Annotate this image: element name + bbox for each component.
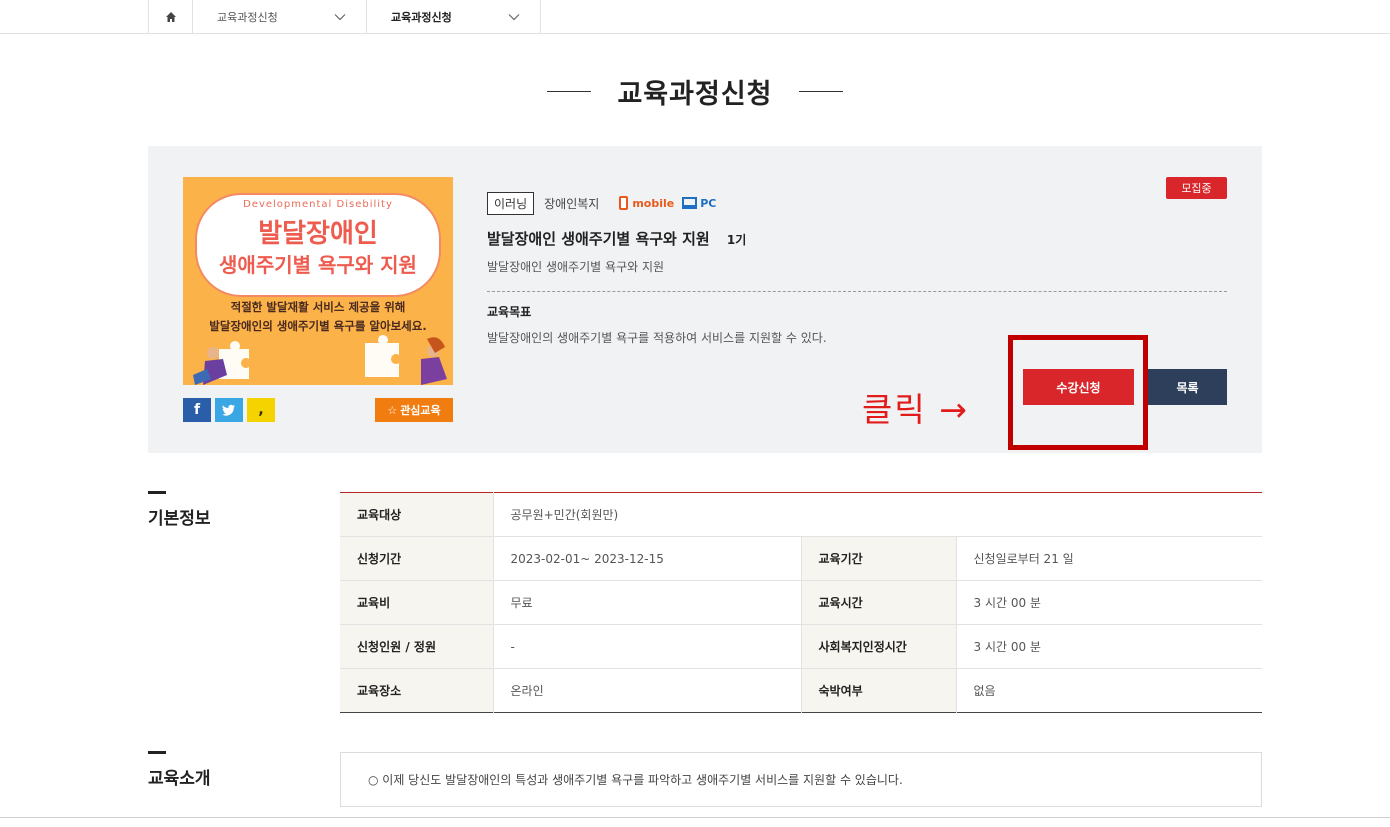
title-line-right bbox=[798, 91, 843, 92]
star-icon: ☆ bbox=[387, 403, 398, 417]
puzzle-illustration bbox=[193, 335, 447, 385]
course-generation: 1기 bbox=[726, 233, 747, 247]
goal-text: 발달장애인의 생애주기별 욕구를 적용하여 서비스를 지원할 수 있다. bbox=[487, 331, 827, 345]
pc-label: PC bbox=[700, 196, 717, 210]
thumbnail-desc-1: 적절한 발달재활 서비스 제공을 위해 bbox=[230, 300, 406, 314]
kakaostory-share-button[interactable]: , bbox=[247, 398, 275, 422]
basic-info-table: 교육대상 공무원+민간(회원만) 신청기간 2023-02-01~ 2023-1… bbox=[340, 492, 1262, 713]
table-row: 교육장소 온라인 숙박여부 없음 bbox=[340, 668, 1262, 713]
chevron-down-icon bbox=[334, 14, 346, 21]
chevron-down-icon bbox=[508, 14, 520, 21]
row-value: 3 시간 00 분 bbox=[956, 624, 1262, 669]
row-label: 신청기간 bbox=[340, 536, 494, 581]
favorite-course-button[interactable]: ☆ 관심교육 bbox=[375, 398, 453, 422]
intro-title: 교육소개 bbox=[148, 769, 211, 789]
course-category: 장애인복지 bbox=[544, 196, 600, 211]
row-value: 3 시간 00 분 bbox=[956, 580, 1262, 625]
breadcrumb-dropdown-2[interactable]: 교육과정신청 bbox=[367, 0, 541, 34]
twitter-icon bbox=[222, 404, 235, 416]
course-badges: 이러닝 장애인복지 mobile PC bbox=[487, 191, 1227, 215]
row-value: 신청일로부터 21 일 bbox=[956, 536, 1262, 581]
course-title-text: 발달장애인 생애주기별 욕구와 지원 bbox=[487, 230, 710, 248]
basic-info-title: 기본정보 bbox=[148, 509, 211, 529]
row-value: 무료 bbox=[493, 580, 802, 625]
breadcrumb-dropdown-1[interactable]: 교육과정신청 bbox=[193, 0, 367, 34]
course-title: 발달장애인 생애주기별 욕구와 지원 1기 bbox=[487, 228, 746, 249]
thumbnail-title-1: 발달장애인 bbox=[258, 219, 378, 249]
table-row: 교육비 무료 교육시간 3 시간 00 분 bbox=[340, 580, 1262, 625]
breadcrumb: 교육과정신청 교육과정신청 bbox=[148, 0, 541, 34]
row-value: 없음 bbox=[973, 684, 996, 698]
thumbnail-english: Developmental Disebility bbox=[243, 199, 393, 210]
home-button[interactable] bbox=[149, 0, 193, 34]
mobile-icon bbox=[619, 196, 629, 210]
row-value: 온라인 bbox=[493, 668, 802, 713]
monitor-icon bbox=[682, 197, 698, 209]
row-value: - bbox=[493, 624, 802, 669]
section-bar bbox=[148, 491, 166, 494]
goal-label: 교육목표 bbox=[487, 305, 532, 319]
list-button[interactable]: 목록 bbox=[1148, 369, 1227, 405]
table-row: 신청기간 2023-02-01~ 2023-12-15 교육기간 신청일로부터 … bbox=[340, 536, 1262, 581]
intro-text: ○ 이제 당신도 발달장애인의 특성과 생애주기별 욕구를 파악하고 생애주기별… bbox=[368, 773, 903, 787]
top-navigation: 교육과정신청 교육과정신청 bbox=[0, 0, 1390, 34]
favorite-label: 관심교육 bbox=[400, 404, 441, 417]
status-badge: 모집중 bbox=[1166, 177, 1227, 199]
breadcrumb-label-1: 교육과정신청 bbox=[217, 11, 278, 24]
annotation-highlight-box bbox=[1008, 335, 1148, 450]
mobile-badge: mobile bbox=[619, 196, 674, 210]
row-value: 2023-02-01~ 2023-12-15 bbox=[493, 536, 802, 581]
table-row: 신청인원 / 정원 - 사회복지인정시간 3 시간 00 분 bbox=[340, 624, 1262, 669]
thumbnail-title-2: 생애주기별 욕구와 지원 bbox=[219, 253, 417, 277]
bottom-divider bbox=[0, 817, 1390, 818]
dashed-divider bbox=[487, 291, 1227, 292]
course-subtitle: 발달장애인 생애주기별 욕구와 지원 bbox=[487, 260, 665, 274]
row-value: 공무원+민간(회원만) bbox=[493, 492, 1262, 537]
social-share: f , bbox=[183, 398, 275, 422]
row-label: 교육대상 bbox=[340, 492, 494, 537]
row-label: 교육시간 bbox=[801, 580, 957, 625]
page-title-wrap: 교육과정신청 bbox=[0, 72, 1390, 111]
title-line-left bbox=[547, 91, 592, 92]
breadcrumb-label-2: 교육과정신청 bbox=[391, 11, 452, 24]
kakaostory-icon: , bbox=[258, 402, 264, 418]
home-icon bbox=[165, 12, 176, 22]
row-label: 교육장소 bbox=[340, 668, 494, 713]
facebook-share-button[interactable]: f bbox=[183, 398, 211, 422]
pc-badge: PC bbox=[682, 197, 716, 210]
twitter-share-button[interactable] bbox=[215, 398, 243, 422]
table-row: 교육대상 공무원+민간(회원만) bbox=[340, 492, 1262, 537]
page-title: 교육과정신청 bbox=[617, 79, 773, 110]
course-thumbnail: Developmental Disebility 발달장애인 생애주기별 욕구와… bbox=[183, 177, 453, 385]
intro-box: ○ 이제 당신도 발달장애인의 특성과 생애주기별 욕구를 파악하고 생애주기별… bbox=[340, 752, 1262, 807]
annotation-click-label: 클릭 → bbox=[862, 390, 969, 429]
row-label: 숙박여부 bbox=[801, 668, 957, 713]
course-type-tag: 이러닝 bbox=[487, 191, 535, 215]
mobile-label: mobile bbox=[632, 196, 675, 210]
facebook-icon: f bbox=[193, 402, 201, 418]
row-label: 교육기간 bbox=[801, 536, 957, 581]
row-label: 교육비 bbox=[340, 580, 494, 625]
section-bar bbox=[148, 751, 166, 754]
row-label: 사회복지인정시간 bbox=[801, 624, 957, 669]
row-label: 신청인원 / 정원 bbox=[340, 624, 494, 669]
